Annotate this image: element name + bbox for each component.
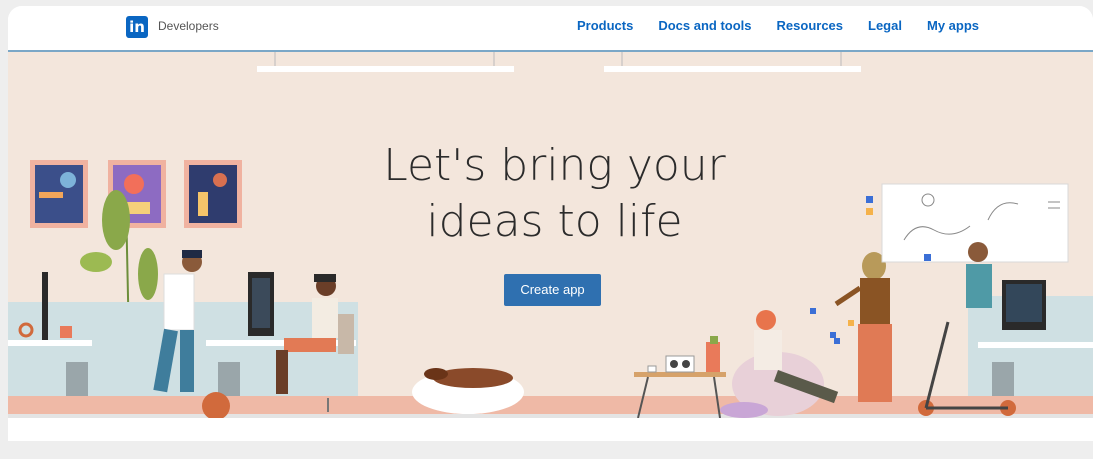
nav-legal[interactable]: Legal: [868, 18, 902, 33]
headline-line-1: Let's bring your: [383, 140, 726, 191]
brand-label[interactable]: Developers: [158, 19, 219, 33]
nav-docs-and-tools[interactable]: Docs and tools: [658, 18, 751, 33]
top-navigation-bar: in Developers Products Docs and tools Re…: [8, 6, 1093, 52]
ceiling-light-left: [257, 66, 514, 72]
nav-links: Products Docs and tools Resources Legal …: [552, 18, 979, 33]
nav-my-apps[interactable]: My apps: [927, 18, 979, 33]
ceiling-light-right: [604, 66, 861, 72]
nav-products[interactable]: Products: [577, 18, 633, 33]
nav-resources[interactable]: Resources: [777, 18, 843, 33]
create-app-button[interactable]: Create app: [504, 274, 601, 306]
hero-banner: Let's bring your ideas to life Create ap…: [8, 52, 1093, 418]
dog-bed: [412, 368, 524, 414]
linkedin-logo-icon[interactable]: in: [126, 16, 148, 38]
headline-line-2: ideas to life: [426, 196, 683, 247]
right-workstation: [918, 242, 1093, 416]
hero-headline: Let's bring your ideas to life: [8, 138, 1093, 250]
standing-woman: [834, 252, 892, 402]
page-card: in Developers Products Docs and tools Re…: [8, 6, 1093, 441]
